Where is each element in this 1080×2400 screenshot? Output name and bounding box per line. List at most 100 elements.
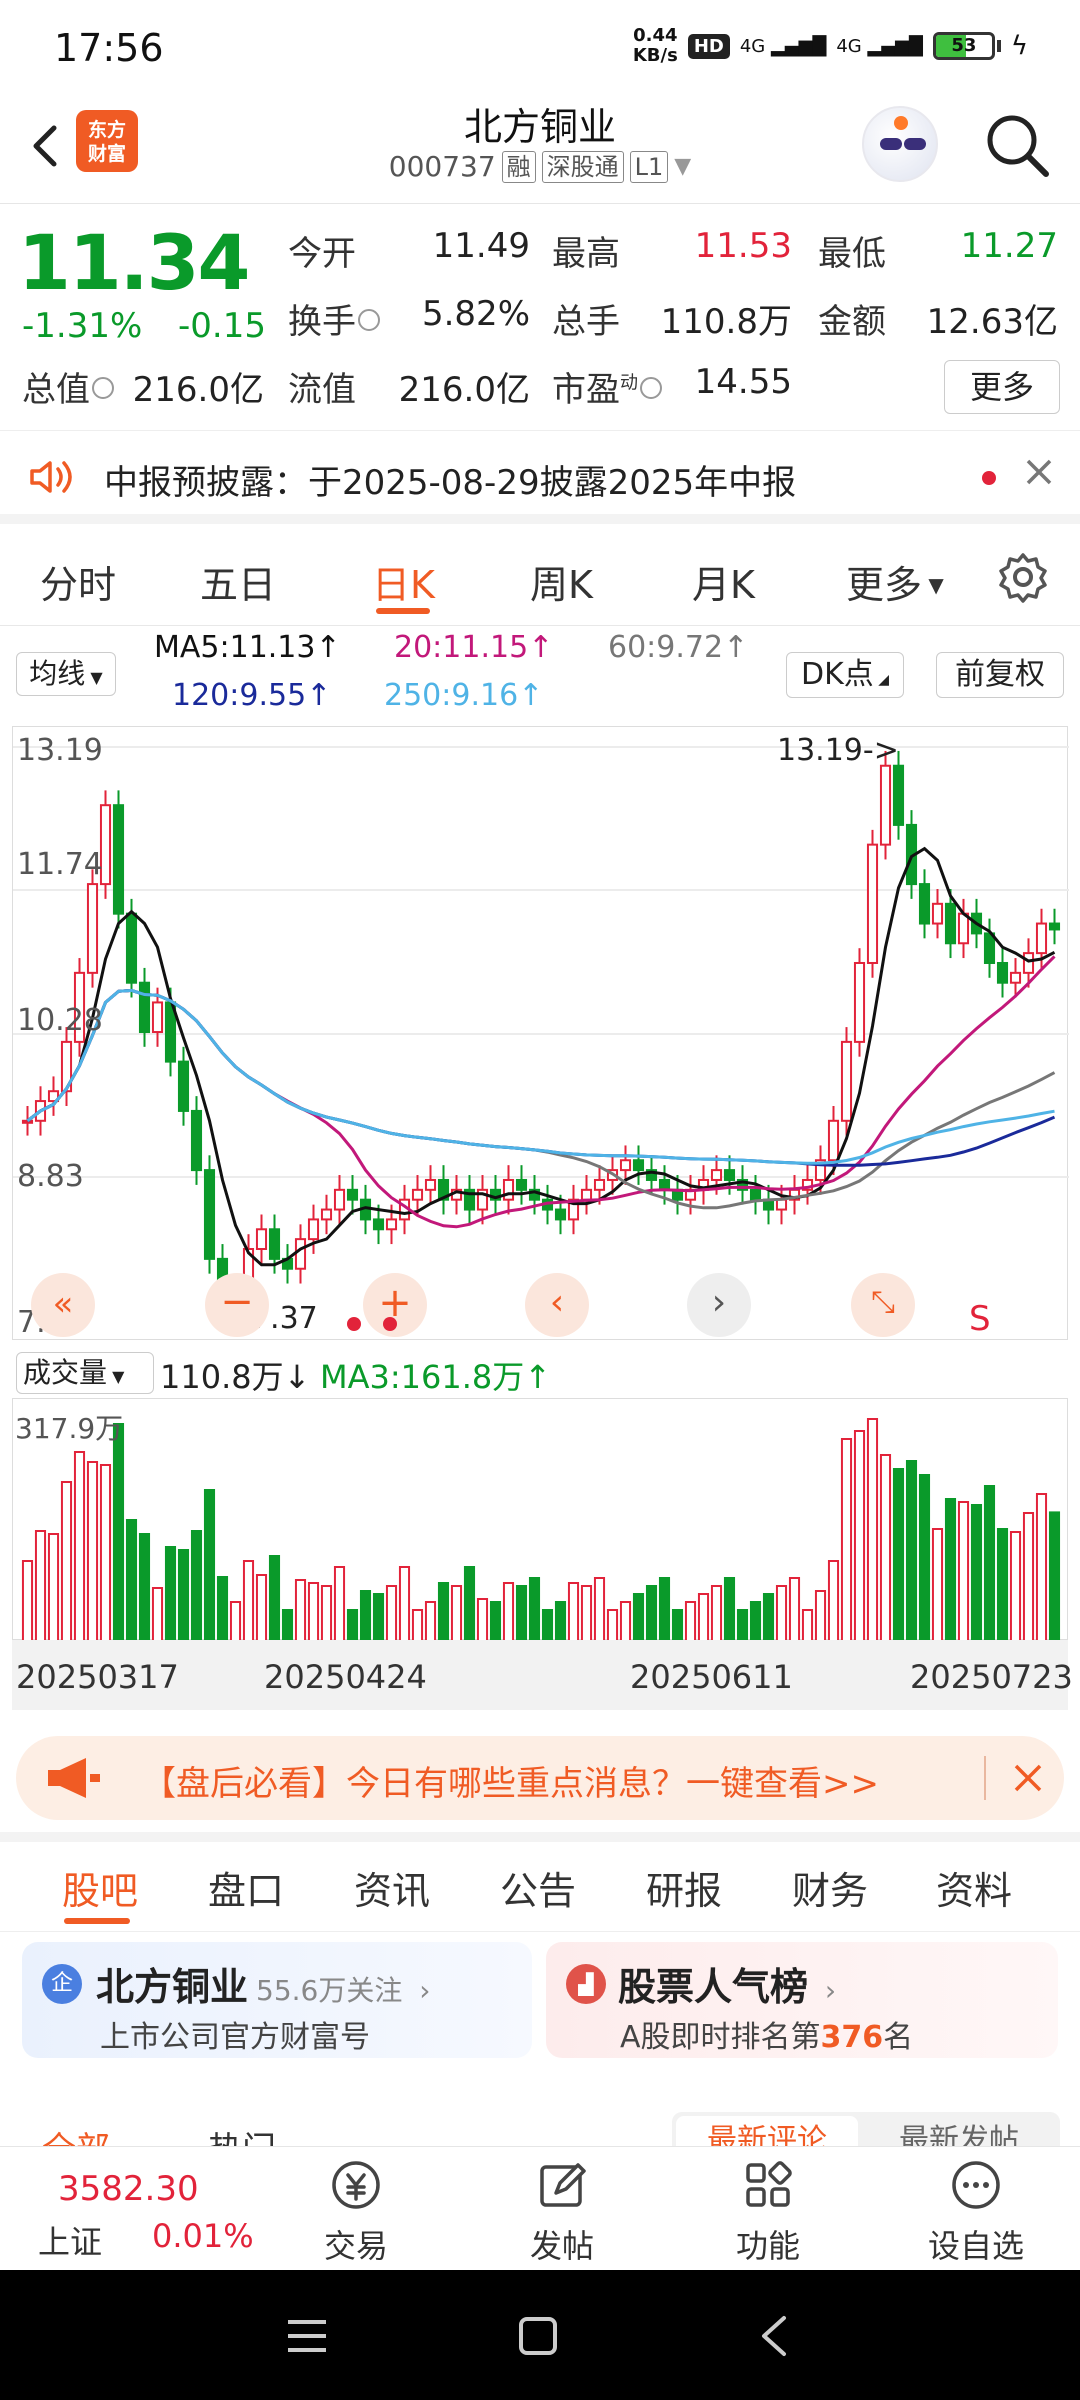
search-icon[interactable] — [982, 110, 1052, 180]
date-label: 20250424 — [264, 1658, 427, 1696]
volume-bar — [437, 1582, 450, 1641]
candle-body — [372, 1218, 385, 1231]
back-icon[interactable] — [758, 2314, 790, 2358]
change-percent: -1.31% — [22, 306, 143, 346]
candle-body — [554, 1208, 567, 1221]
tab-monthly-k[interactable]: 月K — [692, 554, 755, 609]
volume-bar — [814, 1590, 827, 1641]
info-icon[interactable] — [92, 377, 114, 399]
nav-functions[interactable]: 功能 — [708, 2157, 828, 2267]
float-label: 流值 — [288, 370, 356, 410]
candle-body — [411, 1188, 424, 1201]
bottom-navigation: 3582.30 上证 0.01% 交易 发帖 功能 设自选 — [0, 2146, 1080, 2270]
y-label-top: 13.19 — [17, 733, 103, 768]
candle-body — [957, 912, 970, 945]
volume-bar — [567, 1582, 580, 1641]
home-icon[interactable] — [518, 2316, 558, 2356]
volume-chart[interactable]: 317.9万 — [12, 1398, 1068, 1641]
official-account-card[interactable]: 企 北方铜业 55.6万关注 › 上市公司官方财富号 — [22, 1942, 532, 2058]
pe-label: 市盈动 — [552, 362, 662, 411]
mktcap-label-text: 总值 — [22, 370, 90, 410]
rewind-fast-icon[interactable]: « — [31, 1273, 95, 1337]
volume-bar — [34, 1530, 47, 1641]
volume-bar — [281, 1609, 294, 1641]
tab-forum[interactable]: 股吧 — [62, 1860, 138, 1915]
sort-latest-comment[interactable]: 最新评论 — [676, 2116, 858, 2150]
tab-daily-k[interactable]: 日K — [372, 554, 435, 609]
volume-bar — [762, 1593, 775, 1641]
volume-bar — [879, 1454, 892, 1641]
gear-icon[interactable] — [996, 550, 1050, 604]
tab-orderbook[interactable]: 盘口 — [208, 1860, 284, 1915]
candle-body — [827, 1119, 840, 1162]
candlestick-chart[interactable]: 13.19 11.74 10.28 8.83 7.37 13.19-> <-7.… — [12, 726, 1069, 1340]
report-notice[interactable]: 中报预披露：于2025-08-29披露2025年中报 — [0, 430, 1080, 524]
tab-announcements[interactable]: 公告 — [500, 1860, 576, 1915]
dk-label: DK点 — [801, 657, 874, 692]
follower-count: 55.6万关注 — [256, 1974, 403, 2007]
volume-bar — [749, 1601, 762, 1641]
tab-intraday[interactable]: 分时 — [40, 554, 116, 609]
tab-news[interactable]: 资讯 — [354, 1860, 430, 1915]
menu-icon[interactable] — [286, 2318, 328, 2354]
volume-bar — [632, 1593, 645, 1641]
volume-bar — [996, 1528, 1009, 1641]
assistant-robot-icon[interactable] — [862, 106, 938, 182]
trade-yuan-icon — [332, 2161, 380, 2209]
volume-bar — [580, 1585, 593, 1641]
volume-bar — [398, 1566, 411, 1641]
tab-more[interactable]: 更多 ▼ — [846, 554, 944, 609]
pe-sup: 动 — [620, 372, 638, 394]
candle-body — [333, 1188, 346, 1211]
battery-icon: 53 — [932, 32, 1001, 60]
popularity-rank-card[interactable]: ▟ 股票人气榜 › A股即时排名第376名 — [546, 1942, 1058, 2058]
signal-label-2: 4G — [836, 35, 862, 57]
candle-body — [112, 804, 125, 915]
signal-icon-2: 4G ▂▄▆█ — [836, 35, 923, 57]
info-icon[interactable] — [358, 309, 380, 331]
info-icon[interactable] — [640, 377, 662, 399]
volume-bar — [1009, 1531, 1022, 1641]
volume-bar — [970, 1504, 983, 1641]
candle-body — [931, 902, 944, 925]
scroll-left-icon[interactable]: ‹ — [525, 1273, 589, 1337]
volume-bar — [723, 1577, 736, 1641]
volume-bar — [255, 1574, 268, 1641]
chevron-right-icon: › — [816, 1974, 837, 2007]
tab-five-day[interactable]: 五日 — [200, 554, 276, 609]
index-value[interactable]: 3582.30 — [58, 2169, 199, 2209]
scroll-right-icon[interactable]: › — [687, 1273, 751, 1337]
close-icon[interactable] — [1008, 1758, 1048, 1798]
volume-svg — [21, 1418, 1061, 1641]
zoom-out-icon[interactable]: − — [205, 1273, 269, 1337]
nav-add-watchlist[interactable]: 设自选 — [916, 2157, 1036, 2267]
nav-trade[interactable]: 交易 — [296, 2157, 416, 2267]
dropdown-caret-icon[interactable]: ▼ — [674, 154, 691, 179]
candle-body — [996, 961, 1009, 984]
high-value: 11.53 — [694, 226, 792, 266]
tab-profile[interactable]: 资料 — [936, 1860, 1012, 1915]
enterprise-icon: 企 — [42, 1964, 82, 2004]
tab-weekly-k[interactable]: 周K — [530, 554, 593, 609]
nav-post[interactable]: 发帖 — [502, 2157, 622, 2267]
volume-bar — [983, 1485, 996, 1641]
volume-bar — [372, 1593, 385, 1641]
fullscreen-icon[interactable]: ⤡ — [851, 1273, 915, 1337]
dk-point-selector[interactable]: DK点 ◢ — [786, 652, 904, 698]
volume-bar — [801, 1609, 814, 1641]
volume-bar — [476, 1598, 489, 1641]
ma-selector[interactable]: 均线 ▼ — [16, 652, 116, 696]
after-close-banner[interactable]: 【盘后必看】今日有哪些重点消息？一键查看>> — [16, 1736, 1064, 1820]
y-label-3: 10.28 — [17, 1003, 103, 1038]
volume-bar — [294, 1579, 307, 1641]
tab-research[interactable]: 研报 — [646, 1860, 722, 1915]
sort-latest-post[interactable]: 最新发帖 — [868, 2116, 1050, 2150]
low-label: 最低 — [818, 234, 886, 274]
close-icon[interactable] — [1020, 453, 1058, 491]
tab-finance[interactable]: 财务 — [792, 1860, 868, 1915]
adjust-selector[interactable]: 前复权 — [936, 652, 1064, 698]
indicator-selector[interactable]: 成交量 ▼ — [16, 1352, 154, 1394]
grid-apps-icon — [746, 2161, 792, 2207]
more-button[interactable]: 更多 — [944, 360, 1060, 414]
event-dot — [383, 1317, 397, 1331]
